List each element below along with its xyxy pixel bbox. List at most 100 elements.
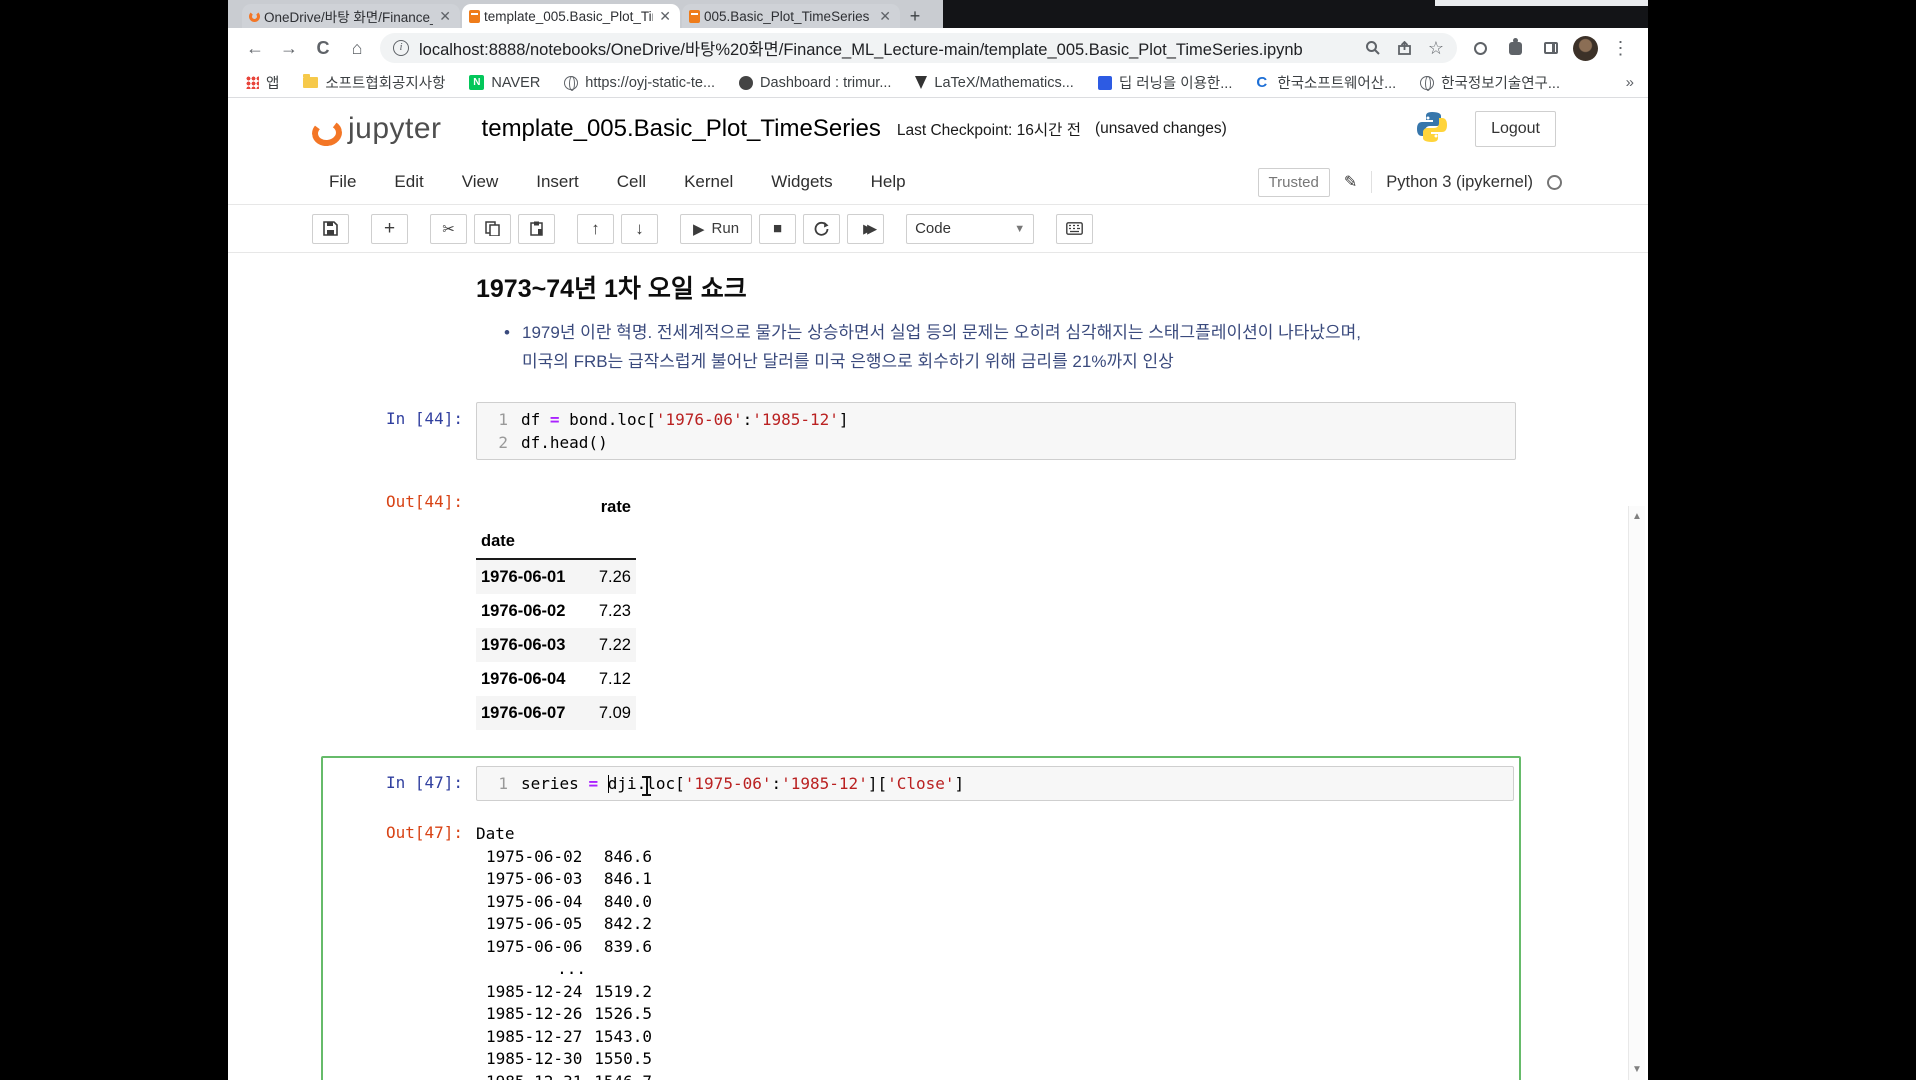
- line-number: 1: [498, 410, 508, 429]
- code-token: ]: [838, 410, 849, 429]
- bookmark-item[interactable]: LaTeX/Mathematics...: [915, 75, 1074, 91]
- command-palette-button[interactable]: [1056, 213, 1094, 244]
- divider: [1371, 171, 1373, 193]
- bookmark-item[interactable]: 딥 러닝을 이용한...: [1097, 72, 1232, 93]
- zoom-icon[interactable]: [1365, 40, 1381, 56]
- table-value-cell: 7.12: [598, 669, 631, 688]
- edit-pencil-icon[interactable]: ✎: [1344, 172, 1357, 192]
- tab-close-icon[interactable]: ✕: [877, 8, 893, 25]
- menu-item-insert[interactable]: Insert: [536, 172, 579, 192]
- selected-cell-47[interactable]: In [47]: 1 series = dji.loc['1975-06':'19…: [321, 756, 1521, 1080]
- bookmarks-overflow-icon[interactable]: »: [1626, 74, 1634, 91]
- new-tab-button[interactable]: +: [902, 4, 928, 28]
- tab-close-icon[interactable]: ✕: [437, 8, 453, 25]
- trusted-button[interactable]: Trusted: [1257, 167, 1330, 197]
- scroll-up-icon[interactable]: ▲: [1629, 511, 1645, 522]
- bookmark-star-icon[interactable]: ☆: [1428, 38, 1444, 59]
- cut-cell-button[interactable]: ✂: [430, 213, 467, 244]
- code-token: bond.loc[: [559, 410, 656, 429]
- code-cell-47[interactable]: In [47]: 1 series = dji.loc['1975-06':'19…: [323, 766, 1519, 801]
- menu-item-edit[interactable]: Edit: [394, 172, 423, 192]
- refresh-icon[interactable]: C: [306, 38, 340, 59]
- code-editor-44[interactable]: 1 df = bond.loc['1976-06':'1985-12'] 2 df.h…: [476, 402, 1516, 460]
- scroll-down-icon[interactable]: ▼: [1629, 1064, 1645, 1075]
- code-token: :: [742, 410, 753, 429]
- move-cell-up-button[interactable]: ↑: [577, 213, 614, 244]
- restart-kernel-button[interactable]: [803, 213, 841, 244]
- series-date: 1985-12-27: [486, 1026, 583, 1046]
- share-icon[interactable]: [1397, 40, 1412, 56]
- bookmark-item[interactable]: Dashboard : trimur...: [739, 75, 891, 91]
- input-prompt-44: In [44]:: [385, 409, 463, 428]
- bookmark-item[interactable]: N NAVER: [469, 75, 540, 91]
- code-token: :: [771, 774, 782, 793]
- series-row: 1985-12-30 1550.5: [476, 1048, 652, 1071]
- stop-button[interactable]: ■: [759, 213, 797, 244]
- output-cell-47: Out[47]: Date 1975-06-02 846.6 1975-06-03 84…: [323, 823, 1519, 1080]
- bookmark-item[interactable]: C 한국소프트웨어산...: [1256, 72, 1396, 93]
- restart-run-all-button[interactable]: ▶▶: [847, 213, 885, 244]
- series-date: 1985-12-26: [486, 1004, 583, 1023]
- url-text[interactable]: localhost:8888/notebooks/OneDrive/바탕%20화…: [419, 36, 1349, 60]
- browser-menu-icon[interactable]: ⋮: [1603, 38, 1638, 59]
- forward-icon[interactable]: →: [272, 38, 306, 59]
- series-date: 1975-06-03: [486, 869, 583, 888]
- series-value: 839.6: [603, 936, 652, 956]
- address-field[interactable]: i localhost:8888/notebooks/OneDrive/바탕%2…: [380, 33, 1457, 63]
- menu-item-kernel[interactable]: Kernel: [684, 172, 733, 192]
- bookmark-item[interactable]: 소프트협회공지사항: [303, 72, 445, 93]
- code-line: 1 df = bond.loc['1976-06':'1985-12']: [477, 408, 1515, 431]
- cell-type-value: Code: [915, 220, 951, 237]
- cell-type-select[interactable]: Code ▼: [906, 213, 1035, 244]
- bookmark-item[interactable]: 앱: [246, 72, 279, 93]
- site-info-icon[interactable]: i: [393, 40, 409, 56]
- home-icon[interactable]: ⌂: [340, 38, 374, 59]
- series-date: 1975-06-06: [486, 936, 583, 956]
- jupyter-logo[interactable]: jupyter: [310, 112, 442, 148]
- cast-icon[interactable]: [1463, 41, 1498, 55]
- copy-cell-button[interactable]: [474, 213, 511, 244]
- menu-item-widgets[interactable]: Widgets: [771, 172, 832, 192]
- menu-item-cell[interactable]: Cell: [617, 172, 646, 192]
- tab-close-icon[interactable]: ✕: [657, 8, 673, 25]
- browser-tab[interactable]: 005.Basic_Plot_TimeSeries - Jup...✕: [682, 4, 900, 28]
- tab-strip-tabs: OneDrive/바탕 화면/Finance_M...✕template_005…: [242, 4, 902, 28]
- save-button[interactable]: [312, 213, 349, 244]
- code-cell-44[interactable]: In [44]: 1 df = bond.loc['1976-06':'1985-…: [228, 402, 1648, 460]
- add-cell-button[interactable]: +: [371, 213, 408, 244]
- paste-cell-button[interactable]: [518, 213, 555, 244]
- run-button[interactable]: ▶ Run: [680, 213, 753, 244]
- logout-button[interactable]: Logout: [1475, 111, 1556, 147]
- browser-tab[interactable]: template_005.Basic_Plot_TimeSe✕: [462, 4, 680, 28]
- tab-title: OneDrive/바탕 화면/Finance_M...: [264, 10, 433, 25]
- notebook-toolbar: + ✂ ↑ ↓ ▶ Run ■ ▶▶ Code ▼: [228, 205, 1648, 253]
- profile-avatar[interactable]: [1568, 35, 1603, 61]
- code-editor-47[interactable]: 1 series = dji.loc['1975-06':'1985-12']['…: [476, 766, 1514, 801]
- series-row: 1975-06-03 846.1: [476, 868, 652, 891]
- move-cell-down-button[interactable]: ↓: [621, 213, 658, 244]
- code-text: series = dji.loc['1975-06':'1985-12']['C…: [521, 772, 964, 795]
- bookmark-label: 한국소프트웨어산...: [1277, 76, 1397, 92]
- table-index-name: date: [481, 531, 515, 550]
- menu-item-view[interactable]: View: [462, 172, 499, 192]
- bookmark-item[interactable]: 한국정보기술연구...: [1420, 72, 1560, 93]
- code-token: '1975-06': [684, 774, 772, 793]
- code-token: '1985-12': [781, 774, 868, 793]
- extensions-puzzle-icon[interactable]: [1498, 37, 1533, 55]
- scrollbar[interactable]: ▲ ▼: [1628, 506, 1645, 1080]
- back-icon[interactable]: ←: [238, 38, 272, 59]
- bookmark-item[interactable]: https://oyj-static-te...: [564, 75, 715, 91]
- series-date: 1985-12-30: [486, 1049, 583, 1068]
- table-value-cell: 7.23: [598, 601, 631, 620]
- menu-item-file[interactable]: File: [329, 172, 356, 192]
- series-date: 1975-06-05: [486, 914, 583, 933]
- menu-item-help[interactable]: Help: [871, 172, 906, 192]
- browser-tab[interactable]: OneDrive/바탕 화면/Finance_M... ✕: [242, 4, 460, 28]
- bookmarks-bar: 앱 소프트협회공지사항 N NAVER https://oyj-static-te...…: [228, 68, 1648, 98]
- notebook-title[interactable]: template_005.Basic_Plot_TimeSeries: [482, 115, 881, 143]
- side-panel-icon[interactable]: [1533, 42, 1568, 54]
- table-row: 1976-06-01 7.26: [476, 560, 636, 594]
- tab-strip: OneDrive/바탕 화면/Finance_M...✕template_005…: [228, 0, 1648, 28]
- table-index-name-row: date: [476, 524, 636, 558]
- code-line: 1 series = dji.loc['1975-06':'1985-12']['…: [477, 772, 1513, 795]
